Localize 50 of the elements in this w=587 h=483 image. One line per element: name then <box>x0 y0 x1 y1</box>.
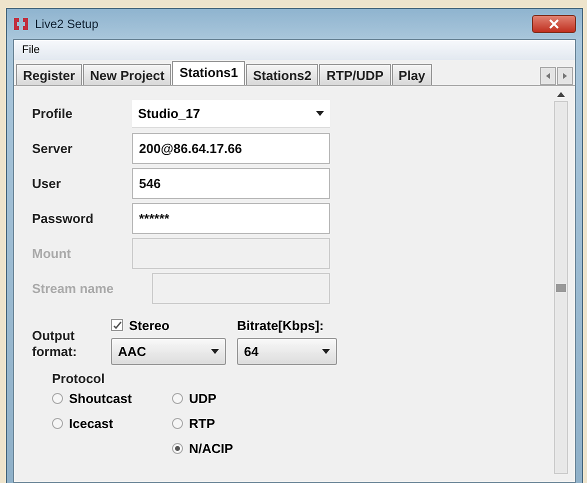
field-label: Profile <box>32 106 74 121</box>
output-format-label: format: <box>32 344 78 360</box>
radio-label: RTP <box>189 416 215 431</box>
radio-label: UDP <box>189 391 216 406</box>
scrollbar-track[interactable] <box>554 101 568 474</box>
caret-icon <box>211 349 219 354</box>
checkbox-label: Stereo <box>129 318 170 332</box>
input-field[interactable]: 200@86.64.17.66 <box>132 133 330 164</box>
radio-button[interactable] <box>52 418 63 429</box>
window-title: Live2 Setup <box>35 17 98 31</box>
tab[interactable]: Stations1 <box>172 61 245 85</box>
radio-button[interactable] <box>172 443 183 454</box>
tab[interactable]: New Project <box>83 64 172 85</box>
format-dropdown[interactable]: AAC <box>111 338 226 365</box>
scrollbar-thumb[interactable] <box>556 284 566 292</box>
protocol-label: Protocol <box>52 371 106 386</box>
profile-dropdown[interactable]: Studio_17 <box>132 100 330 128</box>
field-label: User <box>32 176 62 191</box>
stereo-checkbox[interactable] <box>111 319 123 331</box>
bitrate-label: Bitrate[Kbps]: <box>237 316 325 334</box>
caret-icon <box>322 349 330 354</box>
radio-label: Icecast <box>69 416 114 431</box>
up-arrow-icon <box>557 92 565 97</box>
radio-button[interactable] <box>172 393 183 404</box>
caret-icon <box>316 110 324 116</box>
field-label: Server <box>32 141 74 156</box>
scroll-right-button[interactable] <box>557 67 573 85</box>
radio-button[interactable] <box>172 418 183 429</box>
tab[interactable]: Stations2 <box>246 64 318 85</box>
close-button[interactable] <box>532 15 576 33</box>
output-format-label: Output <box>32 328 76 344</box>
radio-button[interactable] <box>52 393 63 404</box>
app-logo-icon <box>13 17 29 31</box>
radio-label: N/ACIP <box>189 441 234 456</box>
input-field[interactable]: ****** <box>132 203 330 234</box>
menu-item[interactable]: File <box>22 44 40 56</box>
left-arrow-icon <box>546 73 550 79</box>
tab[interactable]: Register <box>16 64 82 85</box>
radio-label: Shoutcast <box>69 391 132 406</box>
bitrate-dropdown[interactable]: 64 <box>237 338 337 365</box>
field-label: Mount <box>32 246 72 261</box>
input-field[interactable]: 546 <box>132 168 330 199</box>
field-label: Stream name <box>32 281 115 296</box>
check-icon <box>112 320 122 330</box>
right-arrow-icon <box>563 73 567 79</box>
close-icon <box>549 19 559 29</box>
tab[interactable]: RTP/UDP <box>319 64 391 85</box>
scroll-left-button[interactable] <box>540 67 556 85</box>
field-label: Password <box>32 211 94 226</box>
tab[interactable]: Play <box>392 64 432 85</box>
